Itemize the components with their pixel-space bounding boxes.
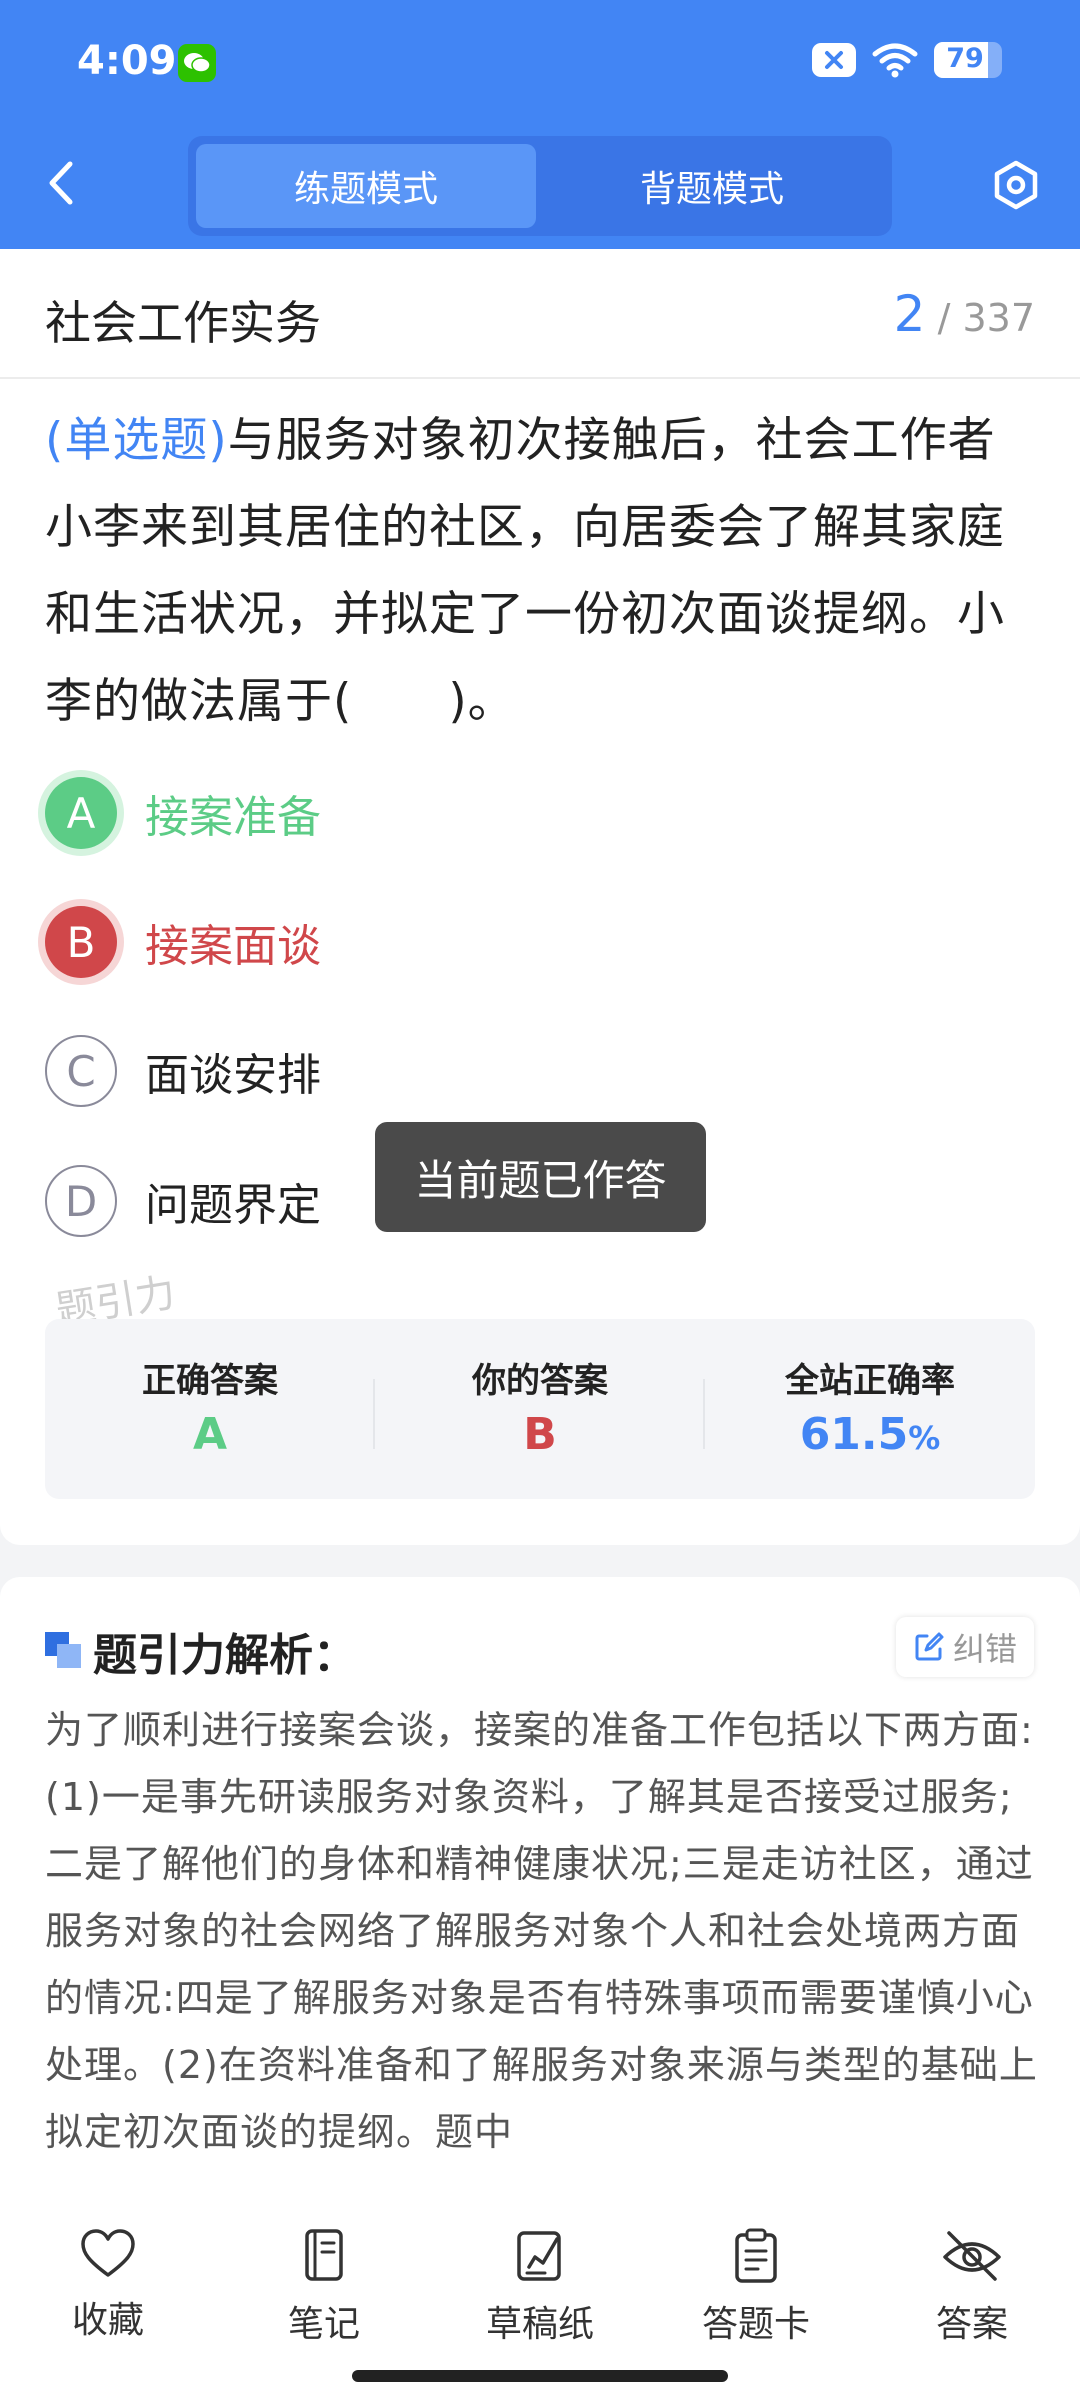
option-a[interactable]: A 接案准备 <box>45 771 321 855</box>
notification-x-icon <box>812 43 856 77</box>
clipboard-icon <box>735 2228 777 2283</box>
your-answer-value: B <box>523 1409 557 1460</box>
nav-favorite[interactable]: 收藏 <box>8 2227 208 2343</box>
correct-answer-col: 正确答案 A <box>45 1319 375 1499</box>
heart-icon <box>81 2229 135 2277</box>
option-d[interactable]: D 问题界定 <box>45 1159 321 1243</box>
accuracy-number: 61.5 <box>799 1409 909 1460</box>
nav-answer[interactable]: 答案 <box>872 2227 1072 2347</box>
option-b-letter: B <box>45 906 117 978</box>
option-a-label: 接案准备 <box>145 792 321 843</box>
battery-icon: 79 <box>934 42 1002 78</box>
explanation-card: 题引力解析： 纠错 为了顺利进行接案会谈，接案的准备工作包括以下两方面:(1)一… <box>0 1577 1080 2197</box>
accuracy-label: 全站正确率 <box>785 1361 955 1401</box>
status-icons: 79 <box>812 42 1002 78</box>
app-header: 4:09 79 练题模式 背题模式 <box>0 0 1080 249</box>
question-type: (单选题) <box>45 413 228 468</box>
option-d-label: 问题界定 <box>145 1180 321 1231</box>
explanation-text: 为了顺利进行接案会谈，接案的准备工作包括以下两方面:(1)一是事先研读服务对象资… <box>45 1708 1038 2154</box>
subject-title: 社会工作实务 <box>45 296 321 350</box>
option-a-letter: A <box>45 777 117 849</box>
mode-switch: 练题模式 背题模式 <box>188 136 892 236</box>
status-time: 4:09 <box>77 38 177 84</box>
total-questions: / 337 <box>937 296 1035 340</box>
wifi-icon <box>872 43 918 78</box>
nav-notes[interactable]: 笔记 <box>224 2227 424 2347</box>
home-indicator[interactable] <box>352 2370 728 2382</box>
accuracy-unit: % <box>908 1419 941 1457</box>
question-card: 社会工作实务 2 / 337 (单选题)与服务对象初次接触后，社会工作者小李来到… <box>0 249 1080 1545</box>
back-arrow-icon[interactable] <box>42 158 82 208</box>
option-b-label: 接案面谈 <box>145 921 321 972</box>
eye-off-icon <box>943 2231 1001 2281</box>
settings-icon[interactable] <box>990 159 1042 211</box>
option-b[interactable]: B 接案面谈 <box>45 900 321 984</box>
answer-summary: 正确答案 A 你的答案 B 全站正确率 61.5% <box>45 1319 1035 1499</box>
option-d-letter: D <box>45 1165 117 1237</box>
correct-answer-label: 正确答案 <box>142 1361 278 1401</box>
battery-level: 79 <box>946 43 984 74</box>
tab-practice-mode[interactable]: 练题模式 <box>196 144 536 228</box>
your-answer-col: 你的答案 B <box>375 1319 705 1499</box>
your-answer-label: 你的答案 <box>472 1361 608 1401</box>
current-question-number: 2 <box>893 285 926 343</box>
nav-answer-label: 答案 <box>935 2304 1008 2345</box>
nav-favorite-label: 收藏 <box>71 2300 144 2341</box>
correct-answer-value: A <box>192 1409 228 1460</box>
report-error-label: 纠错 <box>952 1630 1017 1668</box>
tab-memorize-mode[interactable]: 背题模式 <box>542 144 882 228</box>
nav-answer-sheet-label: 答题卡 <box>701 2304 810 2345</box>
wechat-icon <box>178 44 216 82</box>
option-c[interactable]: C 面谈安排 <box>45 1029 321 1113</box>
nav-answer-sheet[interactable]: 答题卡 <box>656 2227 856 2347</box>
explanation-title-icon <box>45 1632 81 1668</box>
toast-message: 当前题已作答 <box>375 1122 706 1232</box>
subject-row: 社会工作实务 2 / 337 <box>0 249 1080 379</box>
option-c-letter: C <box>45 1035 117 1107</box>
edit-icon <box>915 1632 944 1661</box>
accuracy-col: 全站正确率 61.5% <box>705 1319 1035 1499</box>
question-text: (单选题)与服务对象初次接触后，社会工作者小李来到其居住的社区，向居委会了解其家… <box>45 397 1040 745</box>
nav-draft-label: 草稿纸 <box>485 2304 594 2345</box>
nav-notes-label: 笔记 <box>287 2304 360 2345</box>
question-progress: 2 / 337 <box>894 285 1035 343</box>
notebook-icon <box>305 2229 343 2281</box>
explanation-title: 题引力解析： <box>93 1630 357 1681</box>
report-error-button[interactable]: 纠错 <box>896 1617 1034 1677</box>
nav-draft[interactable]: 草稿纸 <box>440 2227 640 2347</box>
draft-icon <box>517 2231 561 2281</box>
accuracy-value: 61.5% <box>705 1409 1035 1460</box>
option-c-label: 面谈安排 <box>145 1050 321 1101</box>
